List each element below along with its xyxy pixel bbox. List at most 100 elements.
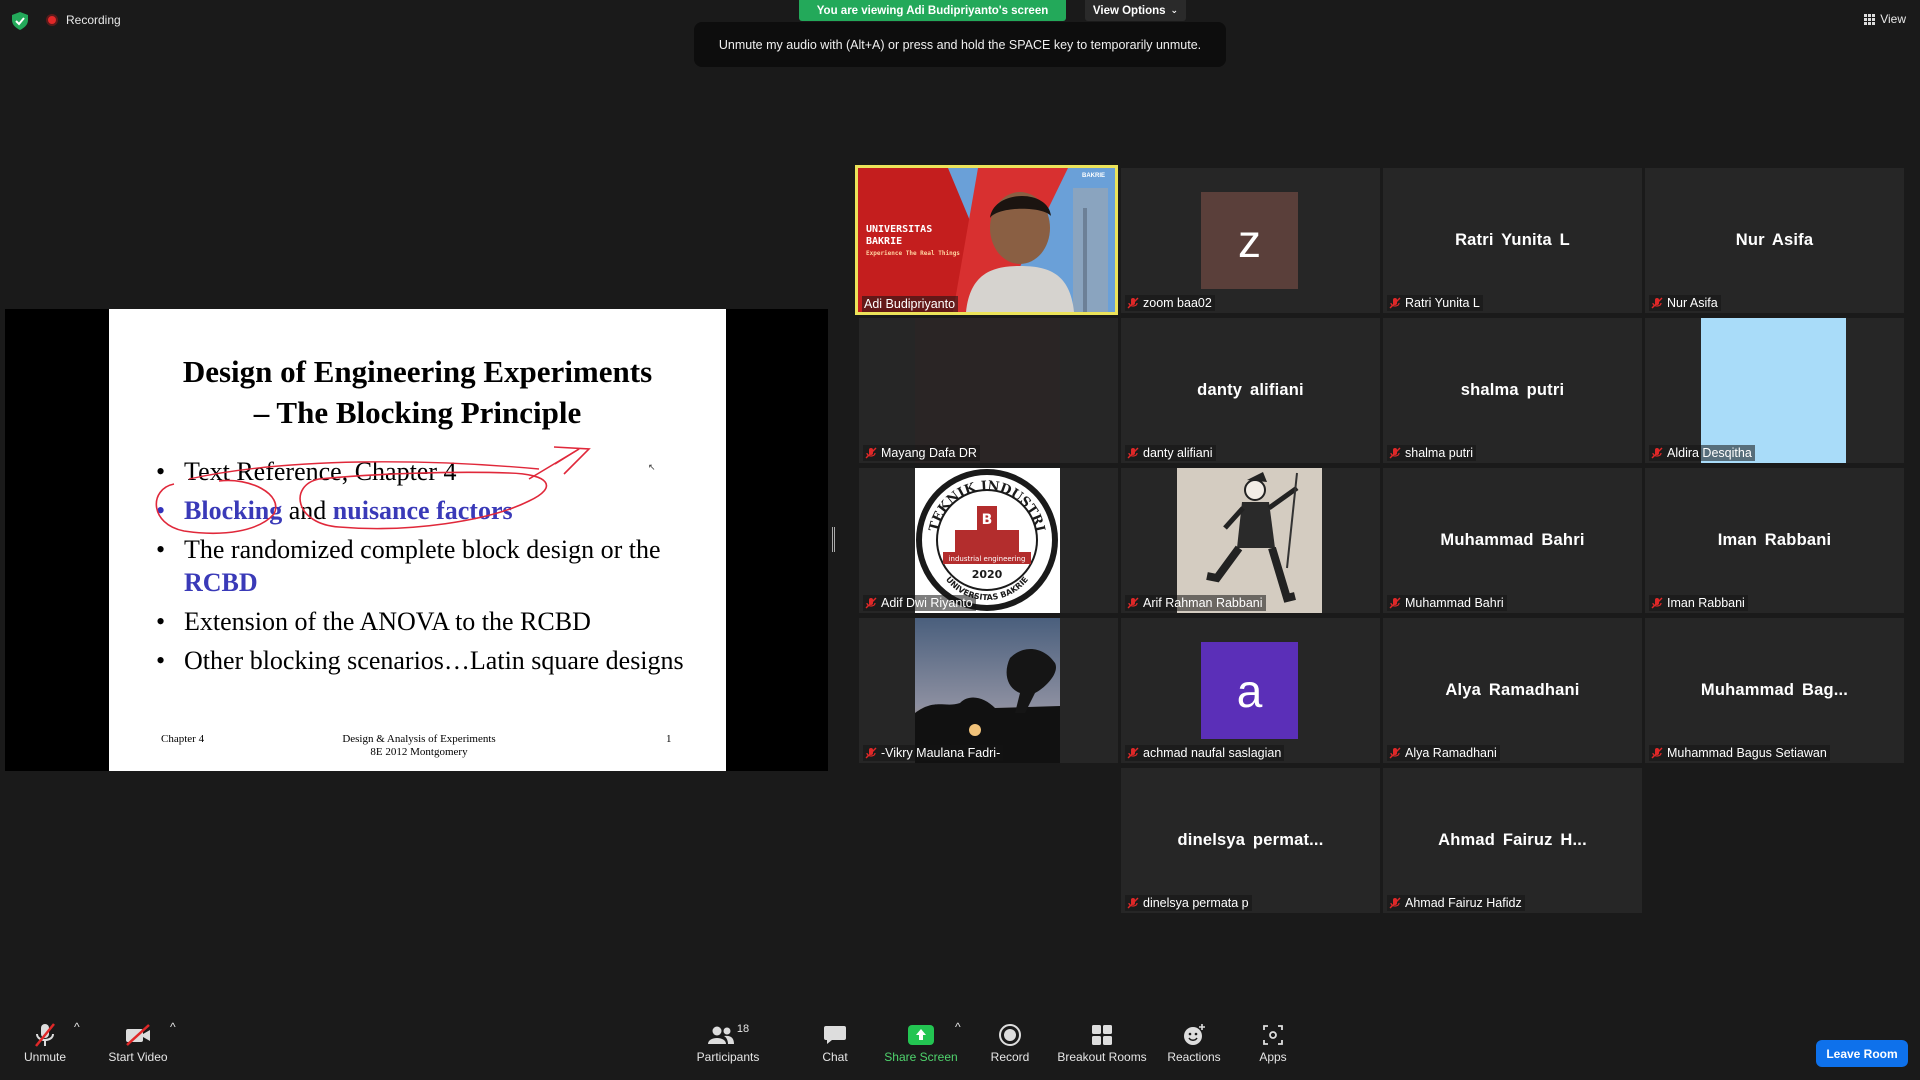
- video-tile-arif[interactable]: Arif Rahman Rabbani: [1121, 468, 1380, 613]
- breakout-rooms-button[interactable]: Breakout Rooms: [1055, 1020, 1149, 1064]
- recording-label: Recording: [66, 13, 121, 27]
- video-tile-shalma[interactable]: shalma putri shalma putri: [1383, 318, 1642, 463]
- chat-button[interactable]: Chat: [810, 1020, 860, 1064]
- participant-label: Alya Ramadhani: [1387, 745, 1500, 761]
- breakout-rooms-icon: [1092, 1025, 1112, 1045]
- participants-button[interactable]: 18 Participants: [690, 1020, 766, 1064]
- unmute-button[interactable]: Unmute: [20, 1020, 70, 1064]
- participants-label: Participants: [696, 1050, 760, 1064]
- bullet-text-reference: • Text Reference, Chapter 4: [156, 457, 457, 486]
- participant-label: Adif Dwi Riyanto: [863, 595, 976, 611]
- chat-label: Chat: [822, 1050, 848, 1064]
- video-tile-muhammad-bagus[interactable]: Muhammad Bag... Muhammad Bagus Setiawan: [1645, 618, 1904, 763]
- video-tile-dinelsya[interactable]: dinelsya permat... dinelsya permata p: [1121, 768, 1380, 913]
- muted-mic-icon: [865, 447, 877, 459]
- video-tile-vikry[interactable]: -Vikry Maulana Fadri-: [859, 618, 1118, 763]
- muted-mic-icon: [1389, 897, 1401, 909]
- start-video-label: Start Video: [108, 1050, 168, 1064]
- participant-display-name: Nur Asifa: [1735, 231, 1814, 249]
- slide-bullets: • Text Reference, Chapter 4 • Blocking and…: [156, 455, 696, 683]
- bullet-blocking: • Blocking and nuisance factors: [156, 496, 513, 525]
- teknik-industri-logo: TEKNIK INDUSTRI UNIVERSITAS BAKRIE B ind…: [916, 469, 1058, 611]
- participant-label: zoom baa02: [1125, 295, 1215, 311]
- svg-text:industrial engineering: industrial engineering: [949, 555, 1026, 563]
- video-tile-speaker[interactable]: UNIVERSITAS BAKRIE Experience The Real T…: [855, 165, 1118, 315]
- muted-mic-icon: [1127, 597, 1139, 609]
- muted-mic-icon: [1651, 597, 1663, 609]
- view-options-button[interactable]: View Options ⌄: [1085, 0, 1186, 21]
- security-shield-icon[interactable]: [12, 12, 28, 30]
- participant-video: [1701, 318, 1846, 463]
- apps-icon: [1263, 1025, 1283, 1045]
- participant-label: shalma putri: [1387, 445, 1477, 461]
- slide-title-line-1: Design of Engineering Experiments: [182, 354, 653, 389]
- muted-mic-icon: [1389, 597, 1401, 609]
- video-tile-ratri[interactable]: Ratri Yunita L Ratri Yunita L: [1383, 168, 1642, 313]
- video-tile-nur-asifa[interactable]: Nur Asifa Nur Asifa: [1645, 168, 1904, 313]
- grid-view-icon: [1864, 13, 1876, 25]
- bullet-rcbd: • The randomized complete block design or…: [156, 535, 661, 597]
- participant-label: Mayang Dafa DR: [863, 445, 980, 461]
- participant-display-name: shalma putri: [1460, 381, 1565, 399]
- view-label: View: [1880, 12, 1906, 26]
- participant-video: [915, 318, 1060, 463]
- apps-button[interactable]: Apps: [1253, 1020, 1293, 1064]
- muted-mic-icon: [1651, 447, 1663, 459]
- reactions-button[interactable]: Reactions: [1165, 1020, 1223, 1064]
- share-screen-button[interactable]: Share Screen: [881, 1020, 961, 1064]
- slide-footer-page: 1: [666, 733, 672, 745]
- audio-options-caret[interactable]: ^: [74, 1020, 80, 1034]
- muted-mic-icon: [1651, 747, 1663, 759]
- split-view-handle[interactable]: [832, 527, 835, 552]
- profile-picture: [1177, 468, 1322, 613]
- participant-label: Aldira Desqitha: [1649, 445, 1755, 461]
- video-tile-iman[interactable]: Iman Rabbani Iman Rabbani: [1645, 468, 1904, 613]
- share-options-caret[interactable]: ^: [955, 1020, 961, 1034]
- reactions-icon: [1184, 1024, 1205, 1045]
- muted-mic-icon: [1127, 297, 1139, 309]
- record-icon: [999, 1024, 1021, 1046]
- slide-title-line-2: – The Blocking Principle: [253, 395, 582, 430]
- video-tile-muhammad-bahri[interactable]: Muhammad Bahri Muhammad Bahri: [1383, 468, 1642, 613]
- slide-footer-book: Design & Analysis of Experiments 8E 2012…: [342, 733, 496, 758]
- participant-label: -Vikry Maulana Fadri-: [863, 745, 1004, 761]
- view-options-label: View Options: [1092, 4, 1166, 17]
- record-button[interactable]: Record: [985, 1020, 1035, 1064]
- video-tile-aldira[interactable]: Aldira Desqitha: [1645, 318, 1904, 463]
- slide-title: Design of Engineering Experiments – The …: [109, 351, 726, 433]
- avatar: a: [1201, 642, 1298, 739]
- video-tile-achmad[interactable]: a achmad naufal saslagian: [1121, 618, 1380, 763]
- chat-icon: [824, 1026, 846, 1044]
- mouse-cursor-icon: ↖: [648, 462, 656, 472]
- participant-display-name: Alya Ramadhani: [1445, 681, 1580, 699]
- video-tile-adif[interactable]: TEKNIK INDUSTRI UNIVERSITAS BAKRIE B ind…: [859, 468, 1118, 613]
- start-video-button[interactable]: Start Video: [103, 1020, 173, 1064]
- avatar: z: [1201, 192, 1298, 289]
- participant-label: achmad naufal saslagian: [1125, 745, 1285, 761]
- participant-display-name: Muhammad Bag...: [1700, 681, 1849, 699]
- share-screen-label: Share Screen: [884, 1050, 958, 1064]
- apps-label: Apps: [1259, 1050, 1287, 1064]
- profile-picture: [915, 618, 1060, 763]
- video-tile-danty[interactable]: danty alifiani danty alifiani: [1121, 318, 1380, 463]
- sunset-photo: [915, 618, 1060, 763]
- muted-mic-icon: [1127, 897, 1139, 909]
- video-options-caret[interactable]: ^: [170, 1020, 176, 1034]
- leave-room-button[interactable]: Leave Room: [1816, 1040, 1908, 1067]
- recording-indicator[interactable]: Recording: [46, 13, 121, 27]
- reactions-label: Reactions: [1167, 1050, 1221, 1064]
- unmute-tooltip: Unmute my audio with (Alt+A) or press an…: [694, 22, 1226, 67]
- muted-mic-icon: [1389, 297, 1401, 309]
- video-tile-alya[interactable]: Alya Ramadhani Alya Ramadhani: [1383, 618, 1642, 763]
- participant-display-name: dinelsya permat...: [1177, 831, 1324, 849]
- video-tile-ahmad-fairuz[interactable]: Ahmad Fairuz H... Ahmad Fairuz Hafidz: [1383, 768, 1642, 913]
- svg-text:2020: 2020: [972, 568, 1003, 581]
- participant-label: Arif Rahman Rabbani: [1125, 595, 1266, 611]
- view-button[interactable]: View: [1864, 12, 1906, 26]
- video-tile-mayang[interactable]: Mayang Dafa DR: [859, 318, 1118, 463]
- video-tile-zoom-baa02[interactable]: z zoom baa02: [1121, 168, 1380, 313]
- participants-icon: [707, 1026, 734, 1044]
- participant-display-name: Iman Rabbani: [1717, 531, 1832, 549]
- record-label: Record: [990, 1050, 1030, 1064]
- presentation-slide: Design of Engineering Experiments – The …: [109, 309, 726, 771]
